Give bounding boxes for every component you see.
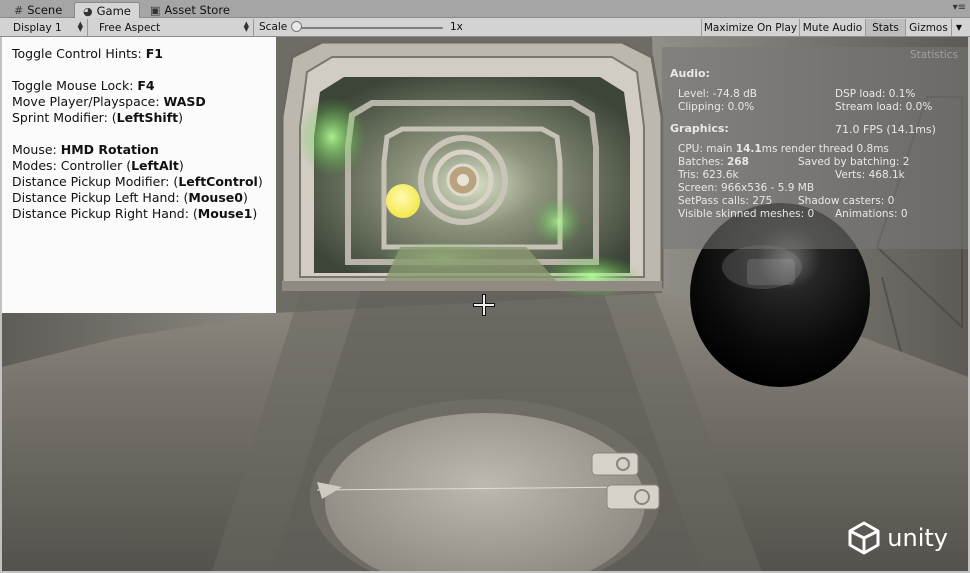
stats-audio-level: Level: -74.8 dB <box>678 88 757 100</box>
unity-cube-icon <box>848 521 880 555</box>
hint-distance-pickup-modifier: Distance Pickup Modifier: (LeftControl) <box>12 174 263 189</box>
hint-distance-pickup-right: Distance Pickup Right Hand: (Mouse1) <box>12 206 258 221</box>
tab-asset-store-label: Asset Store <box>164 3 230 17</box>
display-value: Display 1 <box>13 21 62 34</box>
stats-dsp-load: DSP load: 0.1% <box>835 88 916 100</box>
hint-toggle-mouse-lock: Toggle Mouse Lock: F4 <box>12 78 155 93</box>
pacman-icon: ◕ <box>83 4 93 18</box>
tab-asset-store[interactable]: ▣ Asset Store <box>142 2 238 18</box>
mute-audio-toggle[interactable]: Mute Audio <box>799 19 865 36</box>
stats-shadow-casters: Shadow casters: 0 <box>798 195 895 207</box>
hint-modes: Modes: Controller (LeftAlt) <box>12 158 184 173</box>
stats-animations: Animations: 0 <box>835 208 908 220</box>
editor-tab-bar: # Scene ◕ Game ▣ Asset Store ▾≡ <box>0 0 970 19</box>
tab-scene-label: Scene <box>27 3 63 17</box>
stats-stream-load: Stream load: 0.0% <box>835 101 933 113</box>
stats-toggle[interactable]: Stats <box>865 19 905 36</box>
gizmos-button[interactable]: Gizmos <box>905 19 951 36</box>
scale-slider-thumb[interactable] <box>291 21 302 32</box>
stats-screen: Screen: 966x536 - 5.9 MB <box>678 182 815 194</box>
crosshair-icon <box>473 294 495 316</box>
aspect-value: Free Aspect <box>99 21 161 34</box>
stats-batches: Batches: 268 <box>678 156 749 168</box>
stats-tris: Tris: 623.6k <box>678 169 739 181</box>
game-viewport[interactable]: Toggle Control Hints: F1 Toggle Mouse Lo… <box>2 37 968 571</box>
hint-distance-pickup-left: Distance Pickup Left Hand: (Mouse0) <box>12 190 248 205</box>
stats-title: Statistics <box>910 49 958 61</box>
tab-game[interactable]: ◕ Game <box>74 2 140 19</box>
stats-clipping: Clipping: 0.0% <box>678 101 755 113</box>
unity-logo-text: unity <box>887 524 948 552</box>
hint-sprint-modifier: Sprint Modifier: (LeftShift) <box>12 110 184 125</box>
stats-cpu: CPU: main 14.1ms render thread 0.8ms <box>678 143 889 155</box>
aspect-dropdown[interactable]: Free Aspect ▲ ▼ <box>92 19 254 36</box>
gizmos-dropdown-icon[interactable]: ▼ <box>951 19 966 36</box>
store-icon: ▣ <box>150 3 161 17</box>
stats-graphics-header: Graphics: <box>670 122 729 135</box>
unity-logo: unity <box>847 521 948 555</box>
maximize-on-play-toggle[interactable]: Maximize On Play <box>701 19 799 36</box>
stats-saved-by-batching: Saved by batching: 2 <box>798 156 910 168</box>
stats-audio-header: Audio: <box>670 67 710 80</box>
tab-menu-icon[interactable]: ▾≡ <box>953 2 966 13</box>
game-toolbar: Display 1 ▲ ▼ Free Aspect ▲ ▼ Scale 1x Max… <box>0 18 970 37</box>
hint-toggle-control-hints: Toggle Control Hints: F1 <box>12 46 163 61</box>
scale-slider-track[interactable] <box>296 27 443 29</box>
tab-game-label: Game <box>96 4 131 18</box>
dropdown-arrows-icon: ▲ ▼ <box>77 20 83 33</box>
display-dropdown[interactable]: Display 1 ▲ ▼ <box>6 19 88 36</box>
stats-setpass: SetPass calls: 275 <box>678 195 773 207</box>
control-hints-panel: Toggle Control Hints: F1 Toggle Mouse Lo… <box>2 37 276 313</box>
hint-mouse: Mouse: HMD Rotation <box>12 142 159 157</box>
scale-label: Scale <box>259 21 288 33</box>
stats-skinned-meshes: Visible skinned meshes: 0 <box>678 208 815 220</box>
hash-icon: # <box>14 3 24 17</box>
stats-fps: 71.0 FPS (14.1ms) <box>835 123 936 136</box>
dropdown-arrows-icon: ▲ ▼ <box>243 20 249 33</box>
tab-scene[interactable]: # Scene <box>6 2 70 18</box>
hint-move-player: Move Player/Playspace: WASD <box>12 94 206 109</box>
stats-verts: Verts: 468.1k <box>835 169 905 181</box>
statistics-overlay: Statistics Audio: Level: -74.8 dB DSP lo… <box>662 47 968 249</box>
scale-value: 1x <box>450 21 463 33</box>
